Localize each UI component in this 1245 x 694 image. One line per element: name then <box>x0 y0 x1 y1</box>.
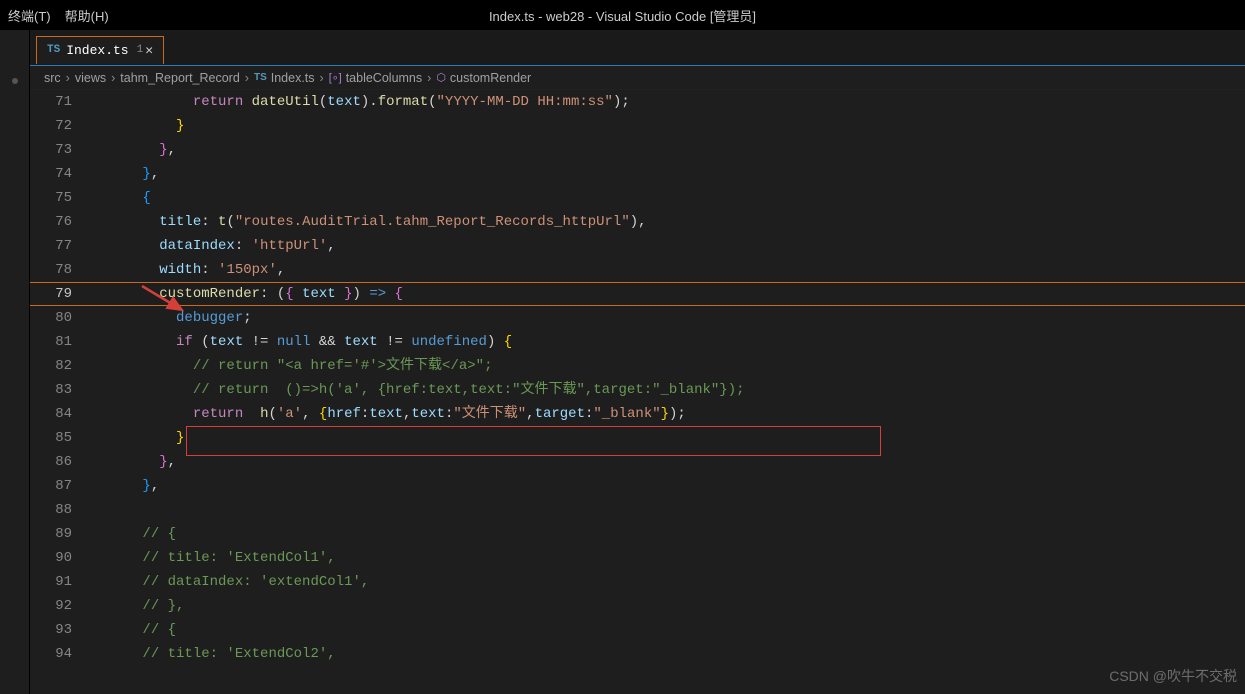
line-number: 88 <box>30 498 72 522</box>
line-number: 73 <box>30 138 72 162</box>
code-line[interactable]: // { <box>92 618 1245 642</box>
breadcrumb-sep: › <box>427 71 431 85</box>
menu-terminal[interactable]: 终端(T) <box>8 6 51 25</box>
line-number: 77 <box>30 234 72 258</box>
gutter: 7172737475767778798081828384858687888990… <box>30 90 92 694</box>
code-line[interactable]: debugger; <box>92 306 1245 330</box>
tab-index-ts[interactable]: TS Index.ts 1 ✕ <box>36 36 164 64</box>
symbol-method-icon: ⬡ <box>436 71 446 84</box>
line-number: 83 <box>30 378 72 402</box>
breadcrumb-sep: › <box>245 71 249 85</box>
breadcrumb-views[interactable]: views <box>75 71 106 85</box>
breadcrumb-sep: › <box>66 71 70 85</box>
tab-modified-badge: 1 <box>137 44 144 56</box>
breadcrumb-file[interactable]: TS Index.ts <box>254 71 315 85</box>
line-number: 81 <box>30 330 72 354</box>
line-number: 94 <box>30 642 72 666</box>
breadcrumb-src[interactable]: src <box>44 71 61 85</box>
activity-bar <box>0 30 30 694</box>
code-line[interactable]: // { <box>92 522 1245 546</box>
code-line[interactable]: return h('a', {href:text,text:"文件下载",tar… <box>92 402 1245 426</box>
ts-file-icon: TS <box>254 72 267 83</box>
line-number: 76 <box>30 210 72 234</box>
code-line[interactable]: }, <box>92 450 1245 474</box>
symbol-array-icon: [∘] <box>329 71 342 84</box>
breadcrumb-symbol-tablecolumns[interactable]: [∘] tableColumns <box>329 71 422 85</box>
code-line[interactable]: if (text != null && text != undefined) { <box>92 330 1245 354</box>
line-number: 78 <box>30 258 72 282</box>
line-number: 82 <box>30 354 72 378</box>
line-number: 86 <box>30 450 72 474</box>
code-line[interactable]: // title: 'ExtendCol1', <box>92 546 1245 570</box>
line-number: 74 <box>30 162 72 186</box>
line-number: 80 <box>30 306 72 330</box>
line-number: 93 <box>30 618 72 642</box>
breadcrumb-sep: › <box>320 71 324 85</box>
line-number: 84 <box>30 402 72 426</box>
editor-area: TS Index.ts 1 ✕ src › views › tahm_Repor… <box>30 30 1245 694</box>
tabs-row: TS Index.ts 1 ✕ <box>30 30 1245 66</box>
code-line[interactable]: // return ()=>h('a', {href:text,text:"文件… <box>92 378 1245 402</box>
activity-dot <box>12 78 18 84</box>
code-line[interactable]: }, <box>92 138 1245 162</box>
breadcrumb-folder[interactable]: tahm_Report_Record <box>120 71 240 85</box>
watermark: CSDN @吹牛不交税 <box>1109 666 1237 686</box>
tab-label: Index.ts <box>66 43 128 58</box>
code-line[interactable]: // return "<a href='#'>文件下载</a>"; <box>92 354 1245 378</box>
breadcrumb-symbol-customrender[interactable]: ⬡ customRender <box>436 71 531 85</box>
code-line[interactable]: title: t("routes.AuditTrial.tahm_Report_… <box>92 210 1245 234</box>
line-number: 89 <box>30 522 72 546</box>
code-line[interactable]: dataIndex: 'httpUrl', <box>92 234 1245 258</box>
line-number: 91 <box>30 570 72 594</box>
code-line[interactable]: } <box>92 114 1245 138</box>
code-line[interactable]: }, <box>92 162 1245 186</box>
line-number: 75 <box>30 186 72 210</box>
code-line[interactable]: // title: 'ExtendCol2', <box>92 642 1245 666</box>
tab-ts-icon: TS <box>47 44 60 56</box>
line-number: 90 <box>30 546 72 570</box>
line-number: 85 <box>30 426 72 450</box>
line-number: 92 <box>30 594 72 618</box>
breadcrumbs[interactable]: src › views › tahm_Report_Record › TS In… <box>30 66 1245 90</box>
code-line[interactable] <box>92 498 1245 522</box>
code-line[interactable]: width: '150px', <box>92 258 1245 282</box>
code-line[interactable]: } <box>92 426 1245 450</box>
breadcrumb-sep: › <box>111 71 115 85</box>
code-line[interactable]: customRender: ({ text }) => { <box>92 282 1245 306</box>
main-area: TS Index.ts 1 ✕ src › views › tahm_Repor… <box>0 30 1245 694</box>
code-line[interactable]: }, <box>92 474 1245 498</box>
code-line[interactable]: { <box>92 186 1245 210</box>
tab-close-icon[interactable]: ✕ <box>145 43 153 58</box>
line-number: 87 <box>30 474 72 498</box>
window-title: Index.ts - web28 - Visual Studio Code [管… <box>489 6 756 25</box>
line-number: 71 <box>30 90 72 114</box>
menu-bar: 终端(T) 帮助(H) Index.ts - web28 - Visual St… <box>0 0 1245 30</box>
code-line[interactable]: // }, <box>92 594 1245 618</box>
code-line[interactable]: return dateUtil(text).format("YYYY-MM-DD… <box>92 90 1245 114</box>
line-number: 72 <box>30 114 72 138</box>
menu-help[interactable]: 帮助(H) <box>65 6 109 25</box>
editor-body[interactable]: 7172737475767778798081828384858687888990… <box>30 90 1245 694</box>
code-line[interactable]: // dataIndex: 'extendCol1', <box>92 570 1245 594</box>
code[interactable]: return dateUtil(text).format("YYYY-MM-DD… <box>92 90 1245 694</box>
